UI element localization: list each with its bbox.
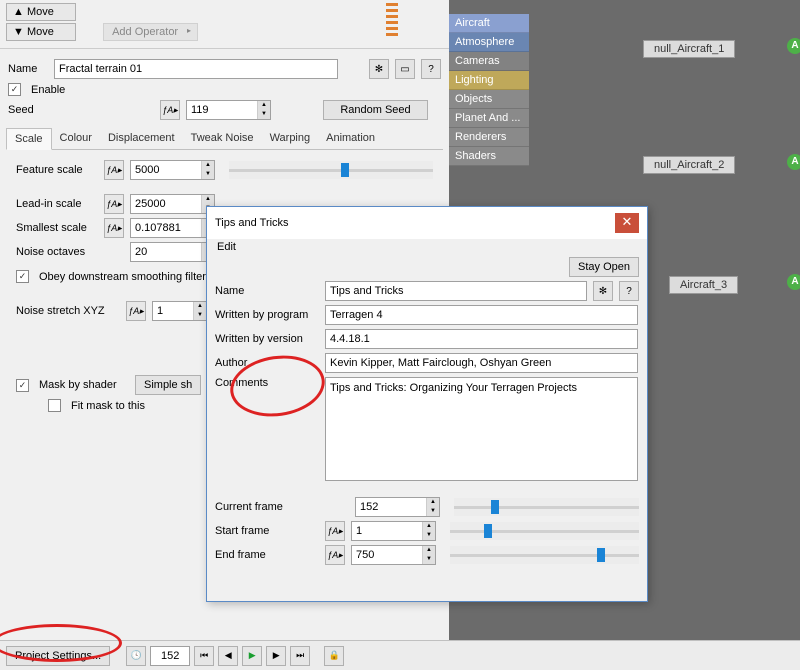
seed-spin[interactable]: ▲▼ bbox=[186, 100, 271, 120]
current-frame-slider[interactable] bbox=[454, 498, 639, 516]
cat-shaders[interactable]: Shaders bbox=[449, 147, 529, 166]
dlg-version-label: Written by version bbox=[215, 333, 319, 345]
tab-scale[interactable]: Scale bbox=[6, 128, 52, 150]
seed-label: Seed bbox=[8, 104, 48, 116]
tab-animation[interactable]: Animation bbox=[318, 128, 383, 149]
play-icon[interactable]: ▶ bbox=[242, 646, 262, 666]
clock-icon[interactable]: 🕓 bbox=[126, 646, 146, 666]
name-label: Name bbox=[8, 63, 48, 75]
start-frame-input[interactable]: ▲▼ bbox=[351, 521, 436, 541]
dlg-author-label: Author bbox=[215, 357, 319, 369]
noise-stretch-input[interactable]: ▲▼ bbox=[152, 301, 207, 321]
noise-octaves-label: Noise octaves bbox=[16, 246, 98, 258]
project-settings-button[interactable]: Project Settings... bbox=[6, 646, 110, 666]
dlg-version-input[interactable] bbox=[325, 329, 638, 349]
smallest-scale-label: Smallest scale bbox=[16, 222, 98, 234]
preview-icon[interactable]: ▭ bbox=[395, 59, 415, 79]
feature-scale-slider[interactable] bbox=[229, 161, 433, 179]
tab-colour[interactable]: Colour bbox=[52, 128, 100, 149]
dialog-title: Tips and Tricks bbox=[215, 217, 289, 229]
dlg-comments-label: Comments bbox=[215, 377, 319, 389]
tab-tweak-noise[interactable]: Tweak Noise bbox=[183, 128, 262, 149]
end-frame-label: End frame bbox=[215, 549, 319, 561]
func-icon[interactable]: ƒA▸ bbox=[160, 100, 180, 120]
obey-checkbox[interactable] bbox=[16, 270, 29, 283]
cat-aircraft[interactable]: Aircraft bbox=[449, 14, 529, 33]
tab-displacement[interactable]: Displacement bbox=[100, 128, 183, 149]
obey-label: Obey downstream smoothing filter bbox=[39, 271, 206, 283]
cat-cameras[interactable]: Cameras bbox=[449, 52, 529, 71]
feature-scale-label: Feature scale bbox=[16, 164, 98, 176]
dlg-comments-input[interactable]: Tips and Tricks: Organizing Your Terrage… bbox=[325, 377, 638, 481]
cat-lighting[interactable]: Lighting bbox=[449, 71, 529, 90]
name-input[interactable] bbox=[54, 59, 338, 79]
func-icon[interactable]: ƒA▸ bbox=[126, 301, 146, 321]
mask-shader-button[interactable]: Simple sh bbox=[135, 375, 201, 395]
enable-checkbox[interactable] bbox=[8, 83, 21, 96]
end-frame-input[interactable]: ▲▼ bbox=[351, 545, 436, 565]
smallest-scale-input[interactable]: ▲▼ bbox=[130, 218, 215, 238]
enable-label: Enable bbox=[31, 84, 65, 96]
leadin-scale-label: Lead-in scale bbox=[16, 198, 98, 210]
stay-open-button[interactable]: Stay Open bbox=[569, 257, 639, 277]
func-icon[interactable]: ƒA▸ bbox=[325, 521, 345, 541]
current-frame-label: Current frame bbox=[215, 501, 319, 513]
frame-input[interactable] bbox=[150, 646, 190, 666]
func-icon[interactable]: ƒA▸ bbox=[104, 194, 124, 214]
badge-icon: A bbox=[787, 154, 800, 170]
move-up-button[interactable]: ▲ Move bbox=[6, 3, 76, 21]
start-frame-slider[interactable] bbox=[450, 522, 639, 540]
func-icon[interactable]: ƒA▸ bbox=[325, 545, 345, 565]
noise-octaves-input[interactable]: ▲▼ bbox=[130, 242, 215, 262]
noise-stretch-label: Noise stretch XYZ bbox=[16, 305, 120, 317]
tips-dialog: Tips and Tricks ✕ Edit Stay Open Name ✻ … bbox=[206, 206, 648, 602]
badge-icon: A bbox=[787, 38, 800, 54]
cat-atmosphere[interactable]: Atmosphere bbox=[449, 33, 529, 52]
last-frame-icon[interactable]: ⏭ bbox=[290, 646, 310, 666]
start-frame-label: Start frame bbox=[215, 525, 319, 537]
gear-icon[interactable]: ✻ bbox=[593, 281, 613, 301]
edit-menu[interactable]: Edit bbox=[207, 239, 246, 255]
mask-label: Mask by shader bbox=[39, 379, 129, 391]
fit-mask-checkbox[interactable] bbox=[48, 399, 61, 412]
dlg-name-label: Name bbox=[215, 285, 319, 297]
dlg-author-input[interactable] bbox=[325, 353, 638, 373]
tab-bar: Scale Colour Displacement Tweak Noise Wa… bbox=[6, 128, 443, 150]
next-frame-icon[interactable]: ▶ bbox=[266, 646, 286, 666]
prev-frame-icon[interactable]: ◀ bbox=[218, 646, 238, 666]
cat-renderers[interactable]: Renderers bbox=[449, 128, 529, 147]
feature-scale-input[interactable]: ▲▼ bbox=[130, 160, 215, 180]
node-null-aircraft-1[interactable]: null_Aircraft_1 bbox=[643, 40, 735, 58]
first-frame-icon[interactable]: ⏮ bbox=[194, 646, 214, 666]
add-operator-button[interactable]: Add Operator bbox=[103, 23, 198, 41]
dlg-name-input[interactable] bbox=[325, 281, 587, 301]
leadin-scale-input[interactable]: ▲▼ bbox=[130, 194, 215, 214]
node-null-aircraft-2[interactable]: null_Aircraft_2 bbox=[643, 156, 735, 174]
timeline-marker bbox=[386, 0, 398, 36]
cat-objects[interactable]: Objects bbox=[449, 90, 529, 109]
node-aircraft-3[interactable]: Aircraft_3 bbox=[669, 276, 738, 294]
func-icon[interactable]: ƒA▸ bbox=[104, 160, 124, 180]
lock-icon[interactable]: 🔒 bbox=[324, 646, 344, 666]
fit-mask-label: Fit mask to this bbox=[71, 400, 145, 412]
help-icon[interactable]: ? bbox=[421, 59, 441, 79]
cat-planet[interactable]: Planet And ... bbox=[449, 109, 529, 128]
dlg-program-input[interactable] bbox=[325, 305, 638, 325]
dlg-program-label: Written by program bbox=[215, 309, 319, 321]
func-icon[interactable]: ƒA▸ bbox=[104, 218, 124, 238]
badge-icon: A bbox=[787, 274, 800, 290]
close-icon[interactable]: ✕ bbox=[615, 213, 639, 233]
category-list: Aircraft Atmosphere Cameras Lighting Obj… bbox=[449, 14, 529, 166]
bottom-bar: Project Settings... 🕓 ⏮ ◀ ▶ ▶ ⏭ 🔒 bbox=[0, 640, 800, 670]
end-frame-slider[interactable] bbox=[450, 546, 639, 564]
gear-icon[interactable]: ✻ bbox=[369, 59, 389, 79]
mask-checkbox[interactable] bbox=[16, 379, 29, 392]
help-icon[interactable]: ? bbox=[619, 281, 639, 301]
move-down-button[interactable]: ▼ Move bbox=[6, 23, 76, 41]
current-frame-input[interactable]: ▲▼ bbox=[355, 497, 440, 517]
tab-warping[interactable]: Warping bbox=[262, 128, 319, 149]
random-seed-button[interactable]: Random Seed bbox=[323, 100, 428, 120]
